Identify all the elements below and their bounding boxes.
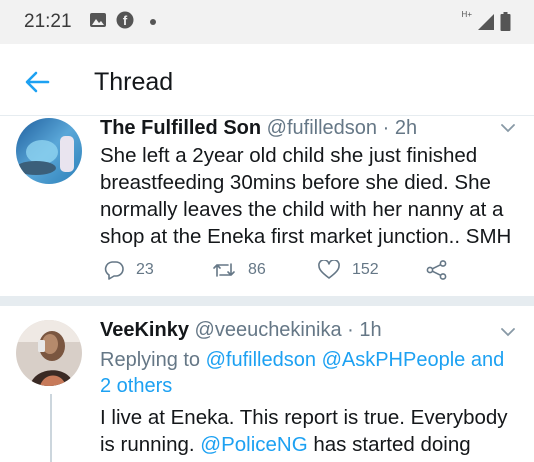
tweet-text: She left a 2year old child she just fini… xyxy=(100,142,511,250)
back-arrow-icon[interactable] xyxy=(24,71,50,93)
tweet-text-line: breastfeeding 30mins before she died. Sh… xyxy=(100,171,491,194)
status-time: 21:21 xyxy=(24,11,72,32)
heart-icon xyxy=(318,260,340,279)
tweet-text-line: is running. @PoliceNG has started doing xyxy=(100,431,508,458)
retweet-icon xyxy=(213,263,235,277)
replying-others-link[interactable]: 2 others xyxy=(100,375,172,397)
signal-icon xyxy=(478,14,494,30)
thread-header: Thread xyxy=(0,44,534,116)
tweet-text-line: shop at the Eneka first market junction.… xyxy=(100,225,512,248)
chevron-down-icon[interactable] xyxy=(500,327,516,337)
tweet-text-line: She left a 2year old child she just fini… xyxy=(100,144,478,167)
thread-connector-line xyxy=(50,394,52,462)
page-title: Thread xyxy=(94,68,174,96)
tweet-text-line: I live at Eneka. This report is true. Ev… xyxy=(100,406,508,429)
tweet-text: I live at Eneka. This report is true. Ev… xyxy=(100,404,508,458)
mention-link[interactable]: @PoliceNG xyxy=(200,433,307,456)
replying-prefix: Replying to xyxy=(100,349,206,371)
reply-count: 23 xyxy=(136,261,154,278)
mention-link[interactable]: @AskPHPeople xyxy=(322,349,466,371)
network-type-label: H+ xyxy=(461,10,472,19)
replying-and[interactable]: and xyxy=(465,349,504,371)
meta-separator: · xyxy=(341,319,360,341)
like-count: 152 xyxy=(352,261,379,278)
tweet-author-line: VeeKinky @veeuchekinika · 1h xyxy=(100,319,382,342)
tweet-author-line: The Fulfilled Son @fufilledson · 2h xyxy=(100,117,417,140)
author-handle[interactable]: @fufilledson xyxy=(267,117,377,139)
chevron-down-icon[interactable] xyxy=(500,123,516,133)
replying-to: Replying to @fufilledson @AskPHPeople an… xyxy=(100,347,504,399)
tweet-separator xyxy=(0,296,534,306)
avatar[interactable] xyxy=(16,118,82,184)
facebook-icon: f xyxy=(116,11,134,29)
tweet-text-segment: has started doing xyxy=(307,433,471,456)
tweet-text-segment: is running. xyxy=(100,433,201,456)
battery-icon xyxy=(500,12,511,31)
tweet-time: 1h xyxy=(359,319,382,341)
tweet[interactable]: VeeKinky @veeuchekinika · 1h Replying to… xyxy=(0,306,534,462)
mention-link[interactable]: @fufilledson xyxy=(206,349,316,371)
tweet-actions: 23 86 152 xyxy=(104,260,504,284)
svg-text:f: f xyxy=(123,13,128,28)
author-handle[interactable]: @veeuchekinika xyxy=(195,319,342,341)
author-name[interactable]: VeeKinky xyxy=(100,319,189,341)
meta-separator: · xyxy=(377,117,395,139)
like-button[interactable]: 152 xyxy=(318,260,379,280)
retweet-button[interactable]: 86 xyxy=(212,260,266,280)
retweet-count: 86 xyxy=(248,261,266,278)
tweet-time: 2h xyxy=(394,117,418,139)
image-icon xyxy=(90,13,106,27)
status-bar: 21:21 f H+ xyxy=(0,0,534,44)
avatar[interactable] xyxy=(16,320,82,386)
notification-dot xyxy=(150,19,156,25)
author-name[interactable]: The Fulfilled Son xyxy=(100,117,261,139)
reply-button[interactable]: 23 xyxy=(104,260,154,280)
share-button[interactable] xyxy=(426,260,448,280)
tweet-text-line: normally leaves the child with her nanny… xyxy=(100,198,504,221)
tweet[interactable]: The Fulfilled Son @fufilledson · 2h She … xyxy=(0,116,534,296)
share-icon xyxy=(426,260,447,280)
reply-icon xyxy=(104,261,124,280)
